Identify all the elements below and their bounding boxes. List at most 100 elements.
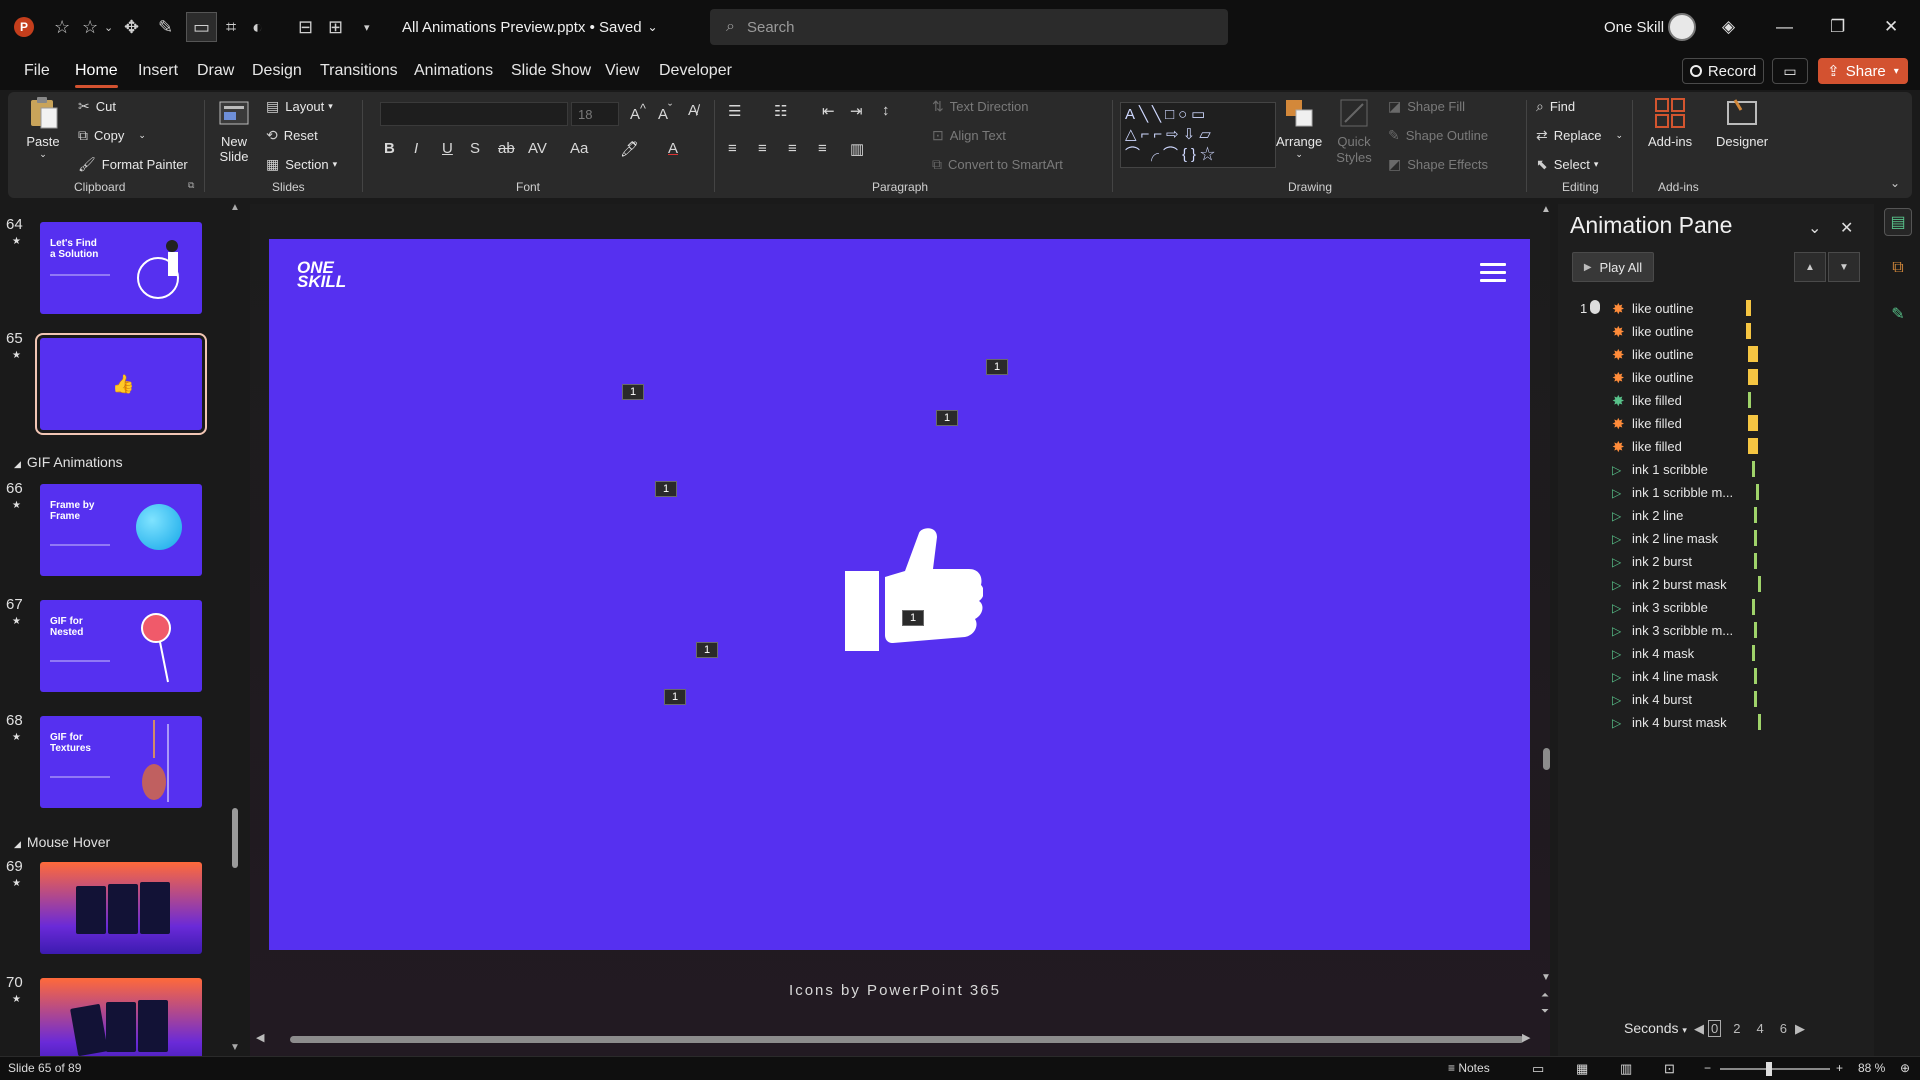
animation-item[interactable]: ▷ ink 4 line mask: [1558, 666, 1858, 688]
slide-thumbnail-65[interactable]: 👍: [35, 333, 207, 435]
animation-item[interactable]: ✸ like filled: [1558, 436, 1858, 458]
move-icon[interactable]: ✥: [124, 0, 139, 54]
format-pane-icon[interactable]: ✎: [1884, 300, 1912, 328]
timing-bar[interactable]: [1754, 530, 1757, 546]
numbering-icon[interactable]: ☷: [774, 102, 787, 120]
animation-item[interactable]: ▷ ink 4 burst mask: [1558, 712, 1858, 734]
tab-file[interactable]: File: [24, 62, 50, 80]
animation-item[interactable]: ▷ ink 4 mask: [1558, 643, 1858, 665]
animation-item[interactable]: ▷ ink 3 scribble: [1558, 597, 1858, 619]
timing-bar[interactable]: [1756, 484, 1759, 500]
favorite-icon[interactable]: ☆: [82, 0, 98, 54]
font-size-select[interactable]: 18: [571, 102, 619, 126]
underline-icon[interactable]: U: [442, 140, 453, 157]
restore-icon[interactable]: ❐: [1830, 0, 1845, 54]
animation-item[interactable]: ▷ ink 2 line mask: [1558, 528, 1858, 550]
animation-item[interactable]: ✸ like outline: [1558, 344, 1858, 366]
slide-thumbnail-68[interactable]: GIF for Textures: [40, 716, 202, 808]
close-icon[interactable]: ✕: [1840, 218, 1853, 238]
italic-icon[interactable]: I: [414, 140, 418, 157]
designer-button[interactable]: Designer: [1716, 96, 1768, 149]
animation-tag[interactable]: 1: [655, 481, 677, 497]
crop-icon[interactable]: ⌗: [226, 0, 236, 54]
animation-tag[interactable]: 1: [902, 610, 924, 626]
thumbnails-scrollbar[interactable]: ▲ ▼: [230, 200, 242, 1056]
slide-sorter-icon[interactable]: ▦: [1576, 1061, 1588, 1077]
highlight-icon[interactable]: 🖊: [620, 140, 639, 158]
animation-item[interactable]: ▷ ink 1 scribble: [1558, 459, 1858, 481]
share-button[interactable]: ⇪ Share ▾: [1818, 58, 1908, 84]
strikethrough-icon[interactable]: ab: [498, 140, 515, 157]
slide-thumbnail-66[interactable]: Frame by Frame: [40, 484, 202, 576]
section-header-gif-animations[interactable]: ◢ GIF Animations: [14, 454, 123, 470]
customize-quick-access-icon[interactable]: ▾: [364, 0, 370, 54]
tab-animations[interactable]: Animations: [414, 62, 493, 80]
timing-bar[interactable]: [1748, 415, 1758, 431]
copy-button[interactable]: ⧉ Copy ⌄: [78, 127, 146, 144]
user-name[interactable]: One Skill: [1604, 0, 1664, 54]
section-header-mouse-hover[interactable]: ◢ Mouse Hover: [14, 834, 110, 850]
slide-show-icon[interactable]: ⊡: [1664, 1061, 1675, 1077]
autosave-icon[interactable]: ☆: [54, 0, 70, 54]
avatar[interactable]: [1668, 13, 1696, 41]
quick-styles-button[interactable]: Quick Styles: [1334, 96, 1374, 166]
canvas-horizontal-scrollbar[interactable]: ◀ ▶: [254, 1031, 1534, 1047]
shape-outline-button[interactable]: ✎ Shape Outline: [1388, 127, 1488, 144]
animation-item[interactable]: ▷ ink 1 scribble m...: [1558, 482, 1858, 504]
align-text-button[interactable]: ⊡ Align Text: [932, 127, 1006, 144]
present-icon[interactable]: ▭: [186, 12, 218, 42]
convert-smartart-button[interactable]: ⧉ Convert to SmartArt: [932, 156, 1063, 173]
timing-bar[interactable]: [1752, 461, 1755, 477]
timeline-ruler[interactable]: ◀ 0 2 4 6 ▶: [1694, 1020, 1805, 1037]
cut-button[interactable]: ✂ Cut: [78, 98, 116, 115]
collapse-ribbon-icon[interactable]: ⌄: [1890, 176, 1900, 190]
slide-thumbnail-64[interactable]: Let's Find a Solution: [40, 222, 202, 314]
timing-bar[interactable]: [1758, 576, 1761, 592]
decrease-indent-icon[interactable]: ⇤: [822, 102, 835, 120]
tab-view[interactable]: View: [605, 62, 639, 80]
zoom-out-icon[interactable]: −: [1704, 1061, 1711, 1075]
animation-tag[interactable]: 1: [696, 642, 718, 658]
bold-icon[interactable]: B: [384, 140, 395, 157]
minimize-icon[interactable]: —: [1776, 0, 1793, 54]
next-slide-icon[interactable]: ⏷: [1541, 1006, 1549, 1017]
scrollbar-thumb[interactable]: [290, 1036, 1524, 1043]
bullets-icon[interactable]: ☰: [728, 102, 741, 120]
format-painter-button[interactable]: 🖌 Format Painter: [78, 156, 188, 173]
font-color-icon[interactable]: A: [668, 140, 678, 157]
timing-bar[interactable]: [1752, 599, 1755, 615]
scroll-left-icon[interactable]: ◀: [256, 1031, 264, 1044]
arrange-button[interactable]: Arrange ⌄: [1276, 96, 1322, 160]
timing-bar[interactable]: [1752, 645, 1755, 661]
move-up-button[interactable]: ▲: [1794, 252, 1826, 282]
timing-bar[interactable]: [1754, 507, 1757, 523]
timing-bar[interactable]: [1748, 346, 1758, 362]
animation-item[interactable]: ✸ like filled: [1558, 413, 1858, 435]
font-family-select[interactable]: [380, 102, 568, 126]
document-title[interactable]: All Animations Preview.pptx • Saved ⌄: [402, 0, 658, 54]
shadow-icon[interactable]: S: [470, 140, 480, 157]
seconds-dropdown[interactable]: Seconds ▾: [1624, 1020, 1687, 1036]
timing-bar[interactable]: [1746, 300, 1751, 316]
replace-button[interactable]: ⇄ Replace ⌄: [1536, 127, 1623, 144]
zoom-slider[interactable]: [1720, 1068, 1830, 1070]
dialog-launcher-icon[interactable]: ⧉: [188, 180, 194, 191]
tab-transitions[interactable]: Transitions: [320, 62, 398, 80]
shape-fill-button[interactable]: ◪ Shape Fill: [1388, 98, 1465, 115]
scroll-down-icon[interactable]: ▼: [230, 1042, 240, 1053]
line-spacing-icon[interactable]: ↕: [882, 102, 890, 119]
timing-bar[interactable]: [1748, 369, 1758, 385]
slide-thumbnail-69[interactable]: [40, 862, 202, 954]
current-slide[interactable]: ONE SKILL 1 1 1 1 1 1 1: [269, 239, 1530, 950]
timing-bar[interactable]: [1748, 438, 1758, 454]
section-button[interactable]: ▦ Section ▾: [266, 156, 337, 173]
move-down-button[interactable]: ▼: [1828, 252, 1860, 282]
animation-tag[interactable]: 1: [622, 384, 644, 400]
timing-bar[interactable]: [1758, 714, 1761, 730]
align-left-icon[interactable]: ≡: [728, 140, 737, 157]
design-ideas-icon[interactable]: ⧉: [1884, 254, 1912, 282]
animation-item[interactable]: ✸ like filled: [1558, 390, 1858, 412]
animation-item[interactable]: ▷ ink 2 line: [1558, 505, 1858, 527]
align-center-icon[interactable]: ≡: [758, 140, 767, 157]
align-right-icon[interactable]: ≡: [788, 140, 797, 157]
